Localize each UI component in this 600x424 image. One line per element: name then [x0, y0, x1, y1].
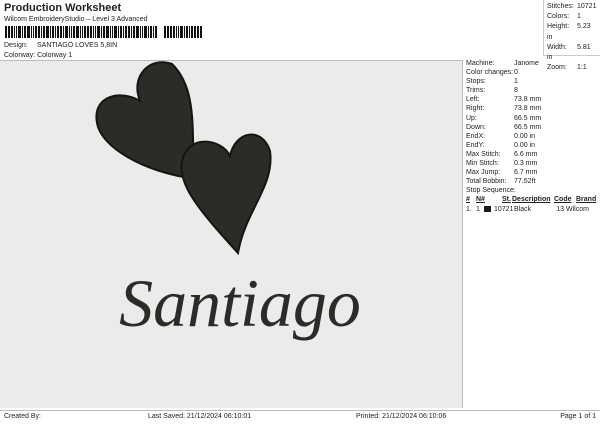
stats-box: Stitches: 10721 Colors: 1 Height: 5.23 in W…: [543, 0, 600, 71]
info-row: Max Stitch: 6.6 mm: [466, 150, 538, 158]
design-text: Santiago: [119, 265, 361, 341]
info-row: Left: 73.8 mm: [466, 96, 542, 104]
info-row: Machine: Janome: [466, 60, 539, 67]
page-title: Production Worksheet: [4, 2, 122, 14]
info-row: EndY: 0.00 in: [466, 141, 536, 149]
stop-sequence-title: Stop Sequence:: [466, 187, 516, 195]
color-swatch: [484, 205, 491, 212]
colorway-value: Colorway 1: [37, 52, 73, 59]
info-row: Up: 66.5 mm: [466, 114, 542, 122]
barcode: [5, 26, 202, 38]
stat-colors: Colors: 1: [547, 13, 581, 21]
stop-sequence-header: # N# St. Description Code Brand: [466, 196, 597, 204]
colorway-row: Colorway: Colorway 1: [4, 52, 72, 59]
info-row: EndX: 0.00 in: [466, 132, 536, 140]
info-row: Down: 66.5 mm: [466, 123, 542, 131]
design-name: SANTIAGO LOVES 5,8IN: [37, 42, 118, 49]
design-row: Design: SANTIAGO LOVES 5,8IN: [4, 42, 117, 49]
info-row: Min Stitch: 0.3 mm: [466, 160, 538, 168]
info-row: Max Jump: 6.7 mm: [466, 169, 538, 177]
embroidery-design: Santiago: [95, 61, 361, 341]
printed-date: Printed: 21/12/2024 06:10:06: [356, 413, 447, 420]
created-by: Created By:: [4, 413, 41, 420]
footer: Created By: Last Saved: 21/12/2024 06:10…: [0, 410, 600, 424]
machine-info-panel: Machine: Janome Color changes:0 Stops: 1 Trim…: [463, 58, 600, 215]
design-label: Design:: [4, 42, 28, 49]
heart-left-icon: [95, 61, 197, 181]
stat-height: Height: 5.23 in: [547, 23, 591, 41]
info-row: Total Bobbin: 77.52ft: [466, 178, 536, 186]
page-number: Page 1 of 1: [560, 413, 596, 420]
info-row: Color changes:0: [466, 69, 518, 77]
last-saved: Last Saved: 21/12/2024 06:10:01: [148, 413, 252, 420]
design-preview: Santiago: [0, 60, 463, 408]
stop-sequence-row: 1. 1 10721 Black 13 Wilcom: [466, 205, 589, 213]
info-row: Trims: 8: [466, 87, 518, 95]
colorway-label: Colorway:: [4, 52, 36, 59]
heart-right-icon: [180, 133, 272, 256]
software-subtitle: Wilcom EmbroideryStudio – Level 3 Advanc…: [4, 16, 148, 23]
info-row: Stops: 1: [466, 78, 518, 86]
info-row: Right: 73.8 mm: [466, 105, 542, 113]
stat-stitches: Stitches: 10721: [547, 3, 597, 10]
